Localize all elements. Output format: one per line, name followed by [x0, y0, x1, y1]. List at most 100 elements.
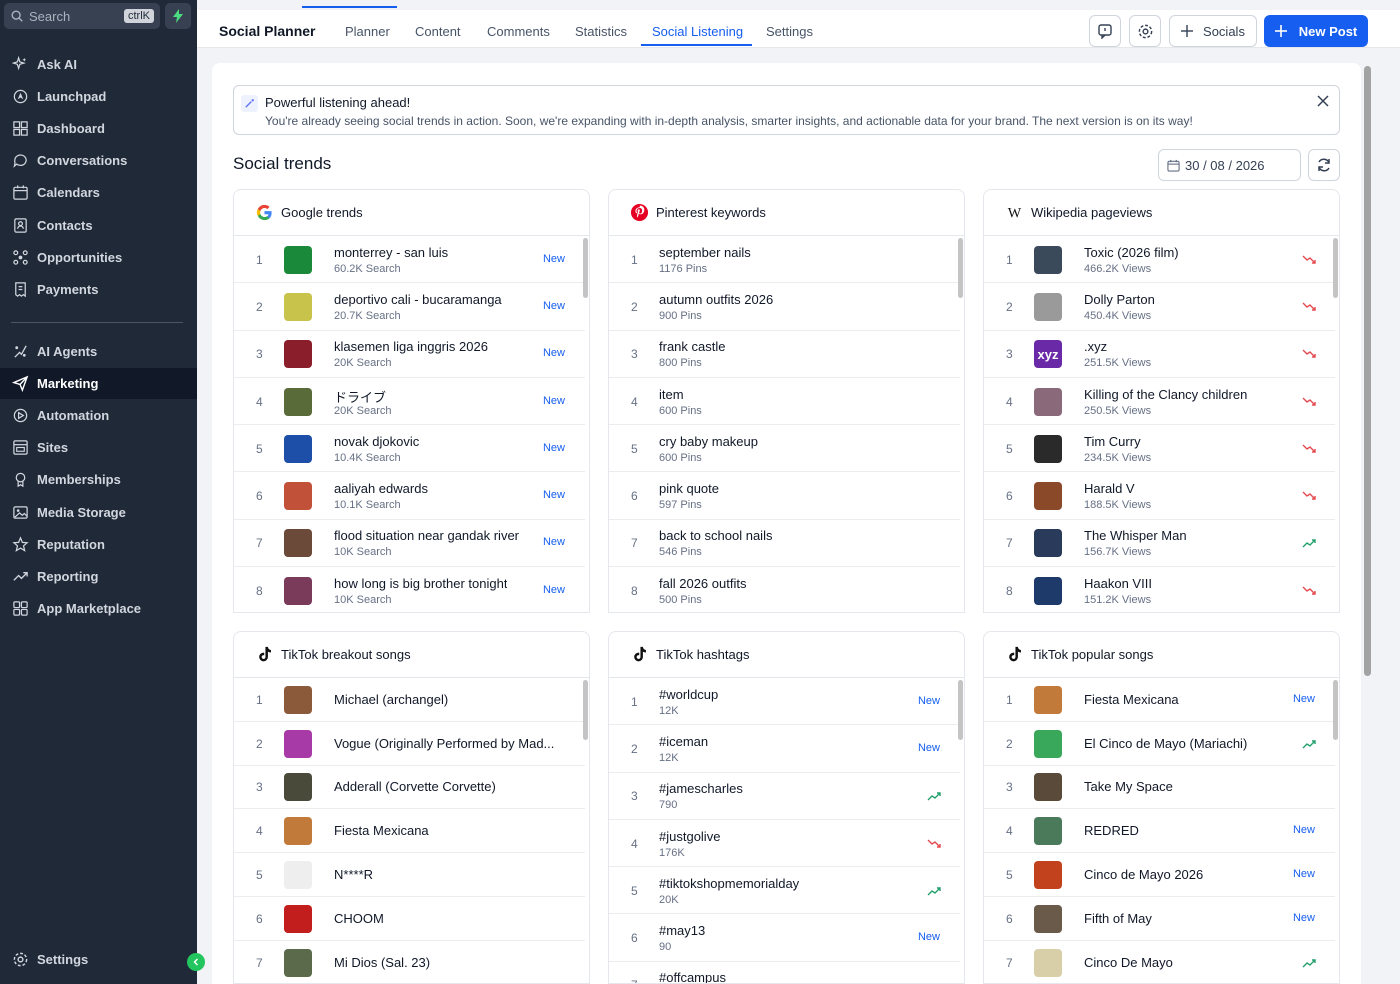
list-item[interactable]: 3 #jamescharles 790 — [609, 773, 960, 820]
list-item[interactable]: 6 aaliyah edwards 10.1K Search New — [234, 473, 585, 520]
list-item[interactable]: 5 novak djokovic 10.4K Search New — [234, 425, 585, 473]
list-item[interactable]: 4 ドライブ 20K Search New — [234, 378, 585, 426]
list-item[interactable]: 7 flood situation near gandak river 10K Se… — [234, 520, 585, 568]
list-item[interactable]: 4 #justgolive 176K — [609, 820, 960, 868]
search-input[interactable]: Search ctrlK — [4, 3, 160, 29]
sidebar-item-label: Dashboard — [37, 121, 105, 136]
list-item[interactable]: 7 Mi Dios (Sal. 23) — [234, 941, 585, 983]
close-icon[interactable] — [1316, 94, 1330, 108]
refresh-button[interactable] — [1308, 149, 1340, 181]
list-item[interactable]: 2 Dolly Parton 450.4K Views — [984, 283, 1335, 331]
list-item[interactable]: 1 #worldcup 12K New — [609, 678, 960, 726]
list-item[interactable]: 7 The Whisper Man 156.7K Views — [984, 520, 1335, 568]
card-scrollbar[interactable] — [583, 680, 588, 740]
list-item[interactable]: 7 #offcampus — [609, 962, 960, 983]
sidebar-item-launchpad[interactable]: Launchpad — [0, 81, 197, 112]
list-item[interactable]: 5 Tim Curry 234.5K Views — [984, 425, 1335, 473]
list-item[interactable]: 5 #tiktokshopmemorialday 20K — [609, 867, 960, 915]
list-item[interactable]: 1 monterrey - san luis 60.2K Search New — [234, 236, 585, 284]
sidebar-item-conversations[interactable]: Conversations — [0, 145, 197, 176]
item-name: Toxic (2026 film) — [1084, 244, 1179, 260]
trend-card-tiktok-popular: TikTok popular songs 1 Fiesta Mexicana New 2… — [983, 631, 1340, 984]
list-item[interactable]: 8 Haakon VIII 151.2K Views — [984, 567, 1335, 612]
list-item[interactable]: 3 Take My Space — [984, 766, 1335, 810]
membership-icon — [15, 472, 26, 488]
thumbnail — [1034, 773, 1062, 802]
sidebar-item-settings[interactable]: Settings — [0, 944, 197, 975]
list-item[interactable]: 3 Adderall (Corvette Corvette) — [234, 766, 585, 810]
list-item[interactable]: 5 N****R — [234, 853, 585, 897]
sidebar-item-marketing[interactable]: Marketing — [0, 368, 197, 399]
sidebar-item-sites[interactable]: Sites — [0, 432, 197, 463]
sidebar-item-reporting[interactable]: Reporting — [0, 561, 197, 592]
feedback-button[interactable] — [1089, 15, 1121, 47]
list-item[interactable]: 6 pink quote 597 Pins — [609, 473, 960, 520]
list-item[interactable]: 6 CHOOM — [234, 897, 585, 941]
sidebar-item-calendars[interactable]: Calendars — [0, 177, 197, 208]
sidebar-item-memberships[interactable]: Memberships — [0, 464, 197, 495]
list-item[interactable]: 3 frank castle 800 Pins — [609, 331, 960, 378]
list-item[interactable]: 4 item 600 Pins — [609, 378, 960, 426]
sidebar-item-media-storage[interactable]: Media Storage — [0, 497, 197, 528]
list-item[interactable]: 1 Fiesta Mexicana New — [984, 678, 1335, 722]
settings-button[interactable] — [1129, 15, 1161, 47]
sidebar-item-label: Launchpad — [37, 89, 107, 104]
thumbnail — [284, 387, 312, 416]
list-item[interactable]: 5 Cinco de Mayo 2026 New — [984, 853, 1335, 897]
list-item[interactable]: 2 #iceman 12K New — [609, 725, 960, 773]
tab-statistics[interactable]: Statistics — [575, 24, 627, 39]
list-item[interactable]: 3 xyz .xyz 251.5K Views — [984, 331, 1335, 378]
list-item[interactable]: 2 Vogue (Originally Performed by Mad... — [234, 722, 585, 766]
card-scrollbar[interactable] — [958, 238, 963, 298]
card-scrollbar[interactable] — [583, 238, 588, 298]
sidebar-item-opportunities[interactable]: Opportunities — [0, 242, 197, 273]
tab-settings[interactable]: Settings — [766, 24, 813, 39]
list-item[interactable]: 8 fall 2026 outfits 500 Pins — [609, 567, 960, 612]
trend-card-tiktok-hashtags: TikTok hashtags 1 #worldcup 12K New 2 #iceman 1… — [608, 631, 965, 984]
list-item[interactable]: 6 Harald V 188.5K Views — [984, 473, 1335, 520]
date-picker[interactable]: 30 / 08 / 2026 — [1158, 149, 1301, 181]
sidebar-item-reputation[interactable]: Reputation — [0, 529, 197, 560]
sidebar-item-dashboard[interactable]: Dashboard — [0, 113, 197, 144]
list-item[interactable]: 4 Fiesta Mexicana — [234, 809, 585, 854]
sites-icon — [13, 440, 28, 455]
list-item[interactable]: 7 Cinco De Mayo — [984, 941, 1335, 983]
card-scrollbar[interactable] — [1333, 238, 1338, 298]
list-item[interactable]: 4 Killing of the Clancy children 250.5K Vi… — [984, 378, 1335, 426]
sidebar-item-contacts[interactable]: Contacts — [0, 210, 197, 241]
list-item[interactable]: 2 autumn outfits 2026 900 Pins — [609, 283, 960, 331]
tab-comments[interactable]: Comments — [487, 24, 550, 39]
rank-number: 2 — [631, 741, 638, 756]
tiktok-logo-icon — [259, 646, 271, 662]
sidebar-item-app-marketplace[interactable]: App Marketplace — [0, 593, 197, 624]
sidebar-item-label: Calendars — [37, 185, 100, 200]
list-item[interactable]: 2 El Cinco de Mayo (Mariachi) — [984, 722, 1335, 766]
list-item[interactable]: 8 how long is big brother tonight 10K Sear… — [234, 567, 585, 612]
list-item[interactable]: 1 september nails 1176 Pins — [609, 236, 960, 284]
list-item[interactable]: 4 REDRED New — [984, 809, 1335, 854]
sidebar-item-ask-ai[interactable]: Ask AI — [0, 49, 197, 80]
card-scrollbar[interactable] — [958, 680, 963, 740]
rank-number: 1 — [631, 252, 638, 267]
sidebar-item-automation[interactable]: Automation — [0, 400, 197, 431]
list-item[interactable]: 1 Michael (archangel) — [234, 678, 585, 722]
socials-button[interactable]: Socials — [1169, 15, 1257, 47]
list-item[interactable]: 6 #may13 90 New — [609, 915, 960, 962]
card-scrollbar[interactable] — [1333, 680, 1338, 740]
list-item[interactable]: 5 cry baby makeup 600 Pins — [609, 425, 960, 473]
rank-number: 3 — [256, 780, 263, 795]
list-item[interactable]: 1 Toxic (2026 film) 466.2K Views — [984, 236, 1335, 284]
tab-content[interactable]: Content — [415, 24, 461, 39]
quick-action-button[interactable] — [165, 3, 191, 29]
list-item[interactable]: 3 klasemen liga inggris 2026 20K Search New — [234, 331, 585, 378]
list-item[interactable]: 2 deportivo cali - bucaramanga 20.7K Searc… — [234, 283, 585, 331]
tab-social-listening[interactable]: Social Listening — [652, 24, 743, 39]
new-post-button[interactable]: New Post — [1264, 15, 1368, 47]
sidebar-item-ai-agents[interactable]: AI Agents — [0, 336, 197, 367]
collapse-sidebar-button[interactable] — [187, 953, 205, 971]
list-item[interactable]: 6 Fifth of May New — [984, 897, 1335, 941]
sidebar-item-payments[interactable]: Payments — [0, 274, 197, 305]
tab-planner[interactable]: Planner — [345, 24, 390, 39]
list-item[interactable]: 7 back to school nails 546 Pins — [609, 520, 960, 568]
page-scrollbar[interactable] — [1364, 66, 1371, 676]
